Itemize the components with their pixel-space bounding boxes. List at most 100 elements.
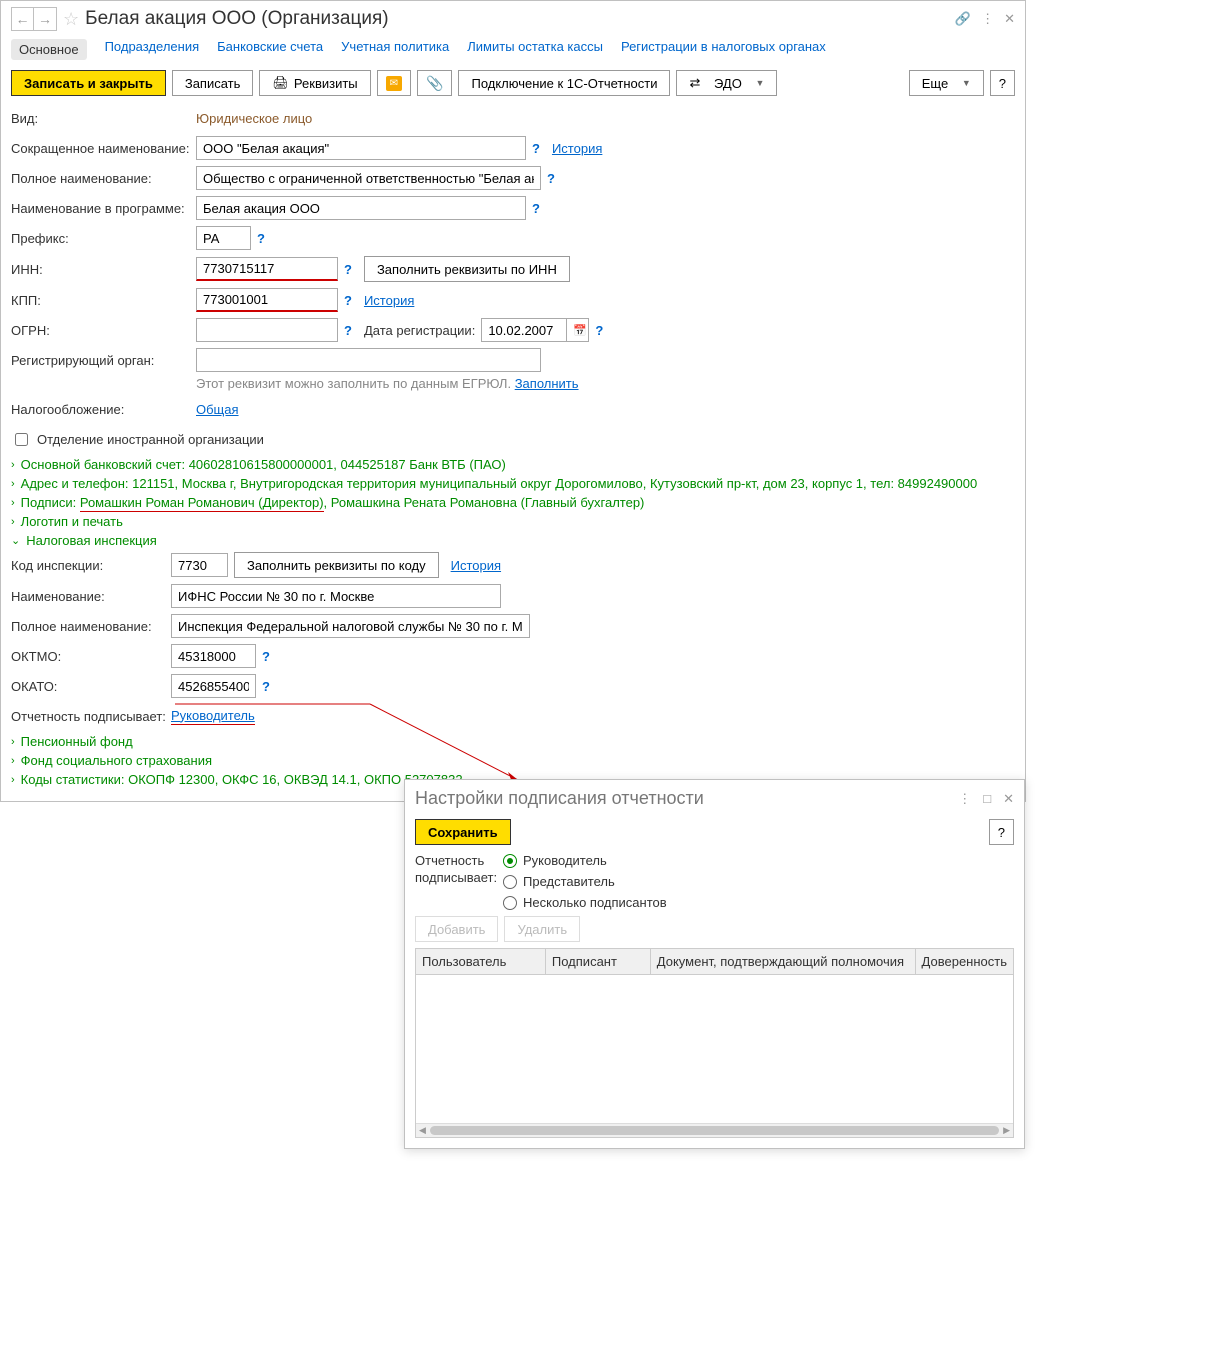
chevron-down-icon: ▼ xyxy=(962,78,971,88)
sub-window-header: Настройки подписания отчетности ⋮ □ ✕ xyxy=(415,788,1014,809)
link-icon[interactable]: 🔗 xyxy=(955,11,971,27)
sub-help-button[interactable]: ? xyxy=(989,819,1014,845)
help-icon[interactable]: ? xyxy=(595,323,603,338)
tax-link[interactable]: Общая xyxy=(196,402,239,417)
attach-button[interactable]: 📎 xyxy=(417,70,452,96)
type-label: Вид: xyxy=(11,111,196,126)
chevron-right-icon: › xyxy=(11,774,15,786)
oktmo-input[interactable] xyxy=(171,644,256,668)
section-logo[interactable]: ›Логотип и печать xyxy=(11,514,1015,529)
main-window: ← → ☆ Белая акация ООО (Организация) 🔗 ⋮… xyxy=(0,0,1026,802)
col-signer: Подписант xyxy=(546,949,651,975)
forward-button[interactable]: → xyxy=(34,8,56,30)
code-label: Код инспекции: xyxy=(11,558,171,573)
help-icon[interactable]: ? xyxy=(257,231,265,246)
close-icon[interactable]: ✕ xyxy=(1004,11,1015,27)
help-icon[interactable]: ? xyxy=(262,649,270,664)
type-value: Юридическое лицо xyxy=(196,111,312,126)
chevron-right-icon: › xyxy=(11,459,15,471)
tab-main[interactable]: Основное xyxy=(11,39,87,60)
fill-link[interactable]: Заполнить xyxy=(515,376,579,391)
section-tax-inspection[interactable]: ⌄Налоговая инспекция xyxy=(11,533,1015,548)
back-button[interactable]: ← xyxy=(12,8,34,30)
help-icon[interactable]: ? xyxy=(344,262,352,277)
tab-departments[interactable]: Подразделения xyxy=(105,39,200,60)
section-pension[interactable]: ›Пенсионный фонд xyxy=(11,734,1015,749)
reg-org-label: Регистрирующий орган: xyxy=(11,353,196,368)
short-name-input[interactable] xyxy=(196,136,526,160)
radio-icon xyxy=(503,854,517,868)
clip-icon: 📎 xyxy=(426,75,443,92)
history-link[interactable]: История xyxy=(552,141,602,156)
full-name-input[interactable] xyxy=(196,166,541,190)
tab-cash-limits[interactable]: Лимиты остатка кассы xyxy=(467,39,603,60)
okato-input[interactable] xyxy=(171,674,256,698)
save-close-button[interactable]: Записать и закрыть xyxy=(11,70,166,96)
help-icon[interactable]: ? xyxy=(532,201,540,216)
reg-org-input[interactable] xyxy=(196,348,541,372)
tax-inspection-form: Код инспекции: Заполнить реквизиты по ко… xyxy=(11,552,1015,728)
short-name-label: Сокращенное наименование: xyxy=(11,141,196,156)
fill-by-code-button[interactable]: Заполнить реквизиты по коду xyxy=(234,552,439,578)
reg-date-input[interactable] xyxy=(481,318,567,342)
favorite-icon[interactable]: ☆ xyxy=(63,9,79,30)
inn-label: ИНН: xyxy=(11,262,196,277)
reg-date-label: Дата регистрации: xyxy=(364,323,475,338)
kpp-label: КПП: xyxy=(11,293,196,308)
inn-input[interactable] xyxy=(196,257,338,281)
foreign-branch-checkbox[interactable] xyxy=(15,433,28,446)
reg-hint: Этот реквизит можно заполнить по данным … xyxy=(196,376,1015,391)
edo-button[interactable]: ⇄ ЭДО ▼ xyxy=(676,70,777,96)
tab-tax-registrations[interactable]: Регистрации в налоговых органах xyxy=(621,39,826,60)
delete-button: Удалить xyxy=(504,916,580,942)
more-icon[interactable]: ⋮ xyxy=(958,791,971,807)
signs-link[interactable]: Руководитель xyxy=(171,708,255,725)
code-input[interactable] xyxy=(171,553,228,577)
tab-accounting-policy[interactable]: Учетная политика xyxy=(341,39,449,60)
tax-fullname-input[interactable] xyxy=(171,614,530,638)
help-icon[interactable]: ? xyxy=(344,293,352,308)
tax-label: Налогообложение: xyxy=(11,402,196,417)
prefix-input[interactable] xyxy=(196,226,251,250)
section-signatures[interactable]: ›Подписи: Ромашкин Роман Романович (Дире… xyxy=(11,495,1015,510)
help-icon[interactable]: ? xyxy=(547,171,555,186)
prog-name-label: Наименование в программе: xyxy=(11,201,196,216)
help-icon[interactable]: ? xyxy=(532,141,540,156)
horizontal-scrollbar[interactable]: ◀▶ xyxy=(416,1123,1013,1137)
calendar-button[interactable]: 📅 xyxy=(567,318,589,342)
prefix-label: Префикс: xyxy=(11,231,196,246)
chevron-right-icon: › xyxy=(11,755,15,767)
help-icon[interactable]: ? xyxy=(344,323,352,338)
save-button[interactable]: Записать xyxy=(172,70,254,96)
more-icon[interactable]: ⋮ xyxy=(981,11,994,27)
section-social[interactable]: ›Фонд социального страхования xyxy=(11,753,1015,768)
prog-name-input[interactable] xyxy=(196,196,526,220)
radio-representative[interactable]: Представитель xyxy=(503,874,667,889)
sub-window-title: Настройки подписания отчетности xyxy=(415,788,704,809)
tax-name-input[interactable] xyxy=(171,584,501,608)
help-button[interactable]: ? xyxy=(990,70,1015,96)
tab-bank-accounts[interactable]: Банковские счета xyxy=(217,39,323,60)
signers-table: Пользователь Подписант Документ, подтвер… xyxy=(415,948,1014,1138)
fill-by-inn-button[interactable]: Заполнить реквизиты по ИНН xyxy=(364,256,570,282)
radio-multiple[interactable]: Несколько подписантов xyxy=(503,895,667,910)
kpp-input[interactable] xyxy=(196,288,338,312)
nav-buttons: ← → xyxy=(11,7,57,31)
add-button: Добавить xyxy=(415,916,498,942)
section-address[interactable]: ›Адрес и телефон: 121151, Москва г, Внут… xyxy=(11,476,1015,491)
ogrn-label: ОГРН: xyxy=(11,323,196,338)
section-bank[interactable]: ›Основной банковский счет: 4060281061580… xyxy=(11,457,1015,472)
mail-button[interactable]: ✉ xyxy=(377,70,411,96)
maximize-icon[interactable]: □ xyxy=(983,791,991,806)
chevron-down-icon: ⌄ xyxy=(11,534,20,547)
code-history-link[interactable]: История xyxy=(451,558,501,573)
radio-manager[interactable]: Руководитель xyxy=(503,853,667,868)
requisites-button[interactable]: 🖨Реквизиты xyxy=(259,70,370,96)
kpp-history-link[interactable]: История xyxy=(364,293,414,308)
help-icon[interactable]: ? xyxy=(262,679,270,694)
sub-save-button[interactable]: Сохранить xyxy=(415,819,511,845)
connect-1c-button[interactable]: Подключение к 1С-Отчетности xyxy=(458,70,670,96)
ogrn-input[interactable] xyxy=(196,318,338,342)
close-icon[interactable]: ✕ xyxy=(1003,791,1014,807)
more-button[interactable]: Еще ▼ xyxy=(909,70,984,96)
